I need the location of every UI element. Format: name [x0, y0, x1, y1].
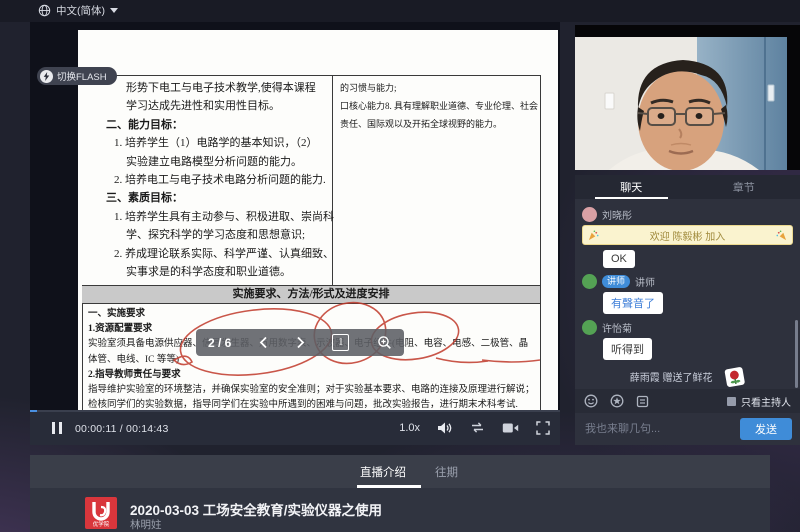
player-right-controls: 1.0x: [399, 410, 550, 445]
slide-text-line: 1. 培养学生（1）电路学的基本知识，（2）: [114, 134, 334, 152]
uxueyuan-logo: 优学院: [85, 497, 117, 529]
switch-flash-button[interactable]: 切换FLASH: [37, 67, 117, 85]
volume-icon[interactable]: [437, 421, 453, 435]
chat-toolbar: 只看主持人: [575, 389, 800, 413]
slide-text-line: 实验建立电路模型分析问题的能力。: [126, 153, 334, 171]
chat-input-row: 发送: [575, 413, 800, 445]
gift-message-text: 薛雨霞 赠送了鲜花: [630, 373, 713, 384]
chat-bubble: 听得到: [603, 338, 652, 360]
user-avatar-icon: [582, 320, 597, 335]
logo-text: 优学院: [86, 519, 115, 527]
tab-chat-label: 聊天: [620, 179, 642, 195]
next-page-icon[interactable]: [296, 336, 305, 349]
chat-message-list: 刘晓彤 欢迎 陈毅彬 加入 OK 讲师 讲师 有聲音了: [575, 199, 800, 389]
slide-text-line: 实事求是的科学态度和职业道德。: [126, 263, 334, 281]
table-border-top: [82, 75, 540, 76]
flash-icon: [40, 70, 53, 83]
slide-left-column: 形势下电工与电子技术教学,使得本课程 学习达成先进性和实用性目标。 二、能力目标…: [106, 79, 334, 281]
playback-speed-button[interactable]: 1.0x: [399, 422, 420, 434]
network-line-icon[interactable]: [470, 421, 485, 434]
slide-text-line: 学习达成先进性和实用性目标。: [126, 97, 334, 115]
presenter-video: [575, 37, 787, 170]
slide-text-line: 2. 培养电工与电子技术电路分析问题的能力.: [114, 171, 334, 189]
bottom-panel: 直播介绍 往期 优学院 2020-03-03 工场安全教育/实验仪器之使用 林明…: [30, 455, 770, 532]
only-host-label: 只看主持人: [741, 394, 791, 409]
player-control-bar: 00:00:11 / 00:14:43 1.0x: [30, 410, 560, 445]
language-label: 中文(简体): [56, 3, 105, 18]
gift-system-message: 薛雨霞 赠送了鲜花: [582, 367, 793, 389]
slide-text-line: 责任、国际观以及开拓全球视野的能力。: [340, 115, 540, 133]
slide-heading: 一、实施要求: [88, 307, 550, 322]
notes-icon[interactable]: [636, 395, 649, 408]
camera-icon[interactable]: [502, 422, 519, 434]
language-selector[interactable]: 中文(简体): [38, 3, 118, 18]
chat-message-header: 讲师 讲师: [582, 274, 793, 289]
progress-fill: [30, 410, 37, 412]
time-display: 00:00:11 / 00:14:43: [75, 423, 169, 435]
only-host-toggle[interactable]: 只看主持人: [727, 394, 791, 409]
slide-right-column: 的习惯与能力; 口核心能力8. 具有理解职业道德、专业伦理、社会 责任、国际观以…: [340, 79, 540, 134]
welcome-banner: 欢迎 陈毅彬 加入: [582, 225, 793, 245]
tab-chapters-label: 章节: [733, 179, 755, 195]
instructor-name: 林明妵: [130, 517, 162, 532]
slide-text-line: 的习惯与能力;: [340, 79, 540, 97]
chat-username: 刘晓彤: [602, 207, 632, 222]
slide-text-line: 口核心能力8. 具有理解职业道德、专业伦理、社会: [340, 97, 540, 115]
video-player: 形势下电工与电子技术教学,使得本课程 学习达成先进性和实用性目标。 二、能力目标…: [30, 22, 560, 445]
party-popper-icon: [588, 230, 599, 241]
zoom-in-icon[interactable]: [377, 335, 392, 350]
chevron-down-icon: [110, 8, 118, 13]
page-indicator: 2 / 6: [208, 336, 231, 350]
chat-input[interactable]: [583, 422, 732, 436]
top-bar: 中文(简体): [0, 0, 800, 22]
slide-heading: 三、素质目标：: [106, 189, 334, 207]
tab-chapters[interactable]: 章节: [688, 175, 800, 199]
slide-body: 一、实施要求 1.资源配置要求 实验室须具备电源供应器、信号发生器、万用数字表、…: [88, 307, 550, 410]
pause-button[interactable]: [52, 422, 62, 434]
slide-text-line: 形势下电工与电子技术教学,使得本课程: [126, 79, 334, 97]
slide-text-line: 指导维护实验室的环境整洁，并确保实验室的安全准则；对于实验基本要求、电路的连接及…: [88, 383, 550, 398]
slide-section-header: 实施要求、方法/形式及进度安排: [82, 285, 540, 304]
chat-message-header: 刘晓彤: [582, 207, 793, 222]
party-popper-icon: [776, 230, 787, 241]
slide-text-line: 2. 养成理论联系实际、科学严谨、认真细致、: [114, 245, 334, 263]
chat-username: 许怡菊: [602, 320, 632, 335]
lecturer-badge: 讲师: [602, 275, 630, 288]
course-title: 2020-03-03 工场安全教育/实验仪器之使用: [130, 499, 382, 519]
page-input[interactable]: 1: [332, 334, 349, 351]
slide-text-line: 1. 培养学生具有主动参与、积极进取、崇尚科: [114, 208, 334, 226]
tab-chat[interactable]: 聊天: [575, 175, 688, 199]
user-avatar-icon: [582, 274, 597, 289]
globe-icon: [38, 4, 51, 17]
slide-heading: 2.指导教师责任与要求: [88, 368, 550, 383]
chat-scrollbar[interactable]: [795, 320, 798, 388]
slide-text-line: 学、探究科学的学习态度和思想意识;: [126, 226, 334, 244]
chat-username: 讲师: [635, 274, 655, 289]
app-window: 中文(简体) 形势下电工与电子技术教学,使得本课程 学习达成先进性和实用性目标。…: [0, 0, 800, 532]
gift-flower-icon[interactable]: [610, 394, 624, 408]
fullscreen-icon[interactable]: [536, 421, 550, 435]
emoji-icon[interactable]: [584, 394, 598, 408]
rose-icon: [723, 365, 747, 389]
slide-heading: 二、能力目标：: [106, 116, 334, 134]
bottom-tab-bar: 直播介绍 往期: [30, 455, 770, 488]
chat-message-header: 许怡菊: [582, 320, 793, 335]
chat-bubble: 有聲音了: [603, 292, 663, 314]
slide-document: 形势下电工与电子技术教学,使得本课程 学习达成先进性和实用性目标。 二、能力目标…: [78, 30, 558, 410]
send-button[interactable]: 发送: [740, 418, 792, 440]
welcome-banner-text: 欢迎 陈毅彬 加入: [650, 228, 726, 243]
slide-text-line: 检核同学们的实验数据，指导同学们在实验中所遇到的困难与问题，批改实验报告，进行期…: [88, 398, 550, 410]
document-pager-toolbar: 2 / 6 1: [196, 329, 404, 356]
prev-page-icon[interactable]: [259, 336, 268, 349]
tab-past-sessions[interactable]: 往期: [435, 455, 458, 488]
chat-tab-bar: 聊天 章节: [575, 175, 800, 199]
switch-flash-label: 切换FLASH: [57, 69, 107, 83]
chat-panel: 聊天 章节 刘晓彤 欢迎 陈毅彬 加入: [575, 175, 800, 445]
tab-live-intro[interactable]: 直播介绍: [360, 455, 406, 488]
webcam-feed: [575, 25, 800, 170]
course-info: 优学院 2020-03-03 工场安全教育/实验仪器之使用 林明妵: [30, 488, 770, 532]
user-avatar-icon: [582, 207, 597, 222]
chat-bubble: OK: [603, 250, 635, 268]
checkbox[interactable]: [727, 397, 736, 406]
